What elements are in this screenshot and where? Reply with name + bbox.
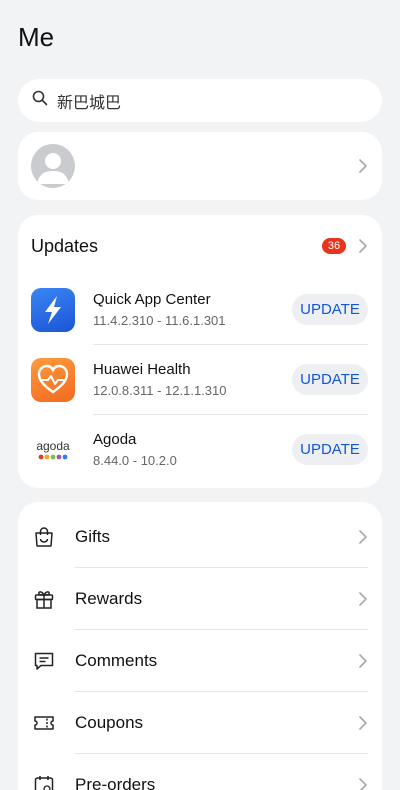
app-row-huawei-health[interactable]: Huawei Health 12.0.8.311 - 12.1.1.310 UP… — [18, 345, 382, 415]
update-button[interactable]: UPDATE — [292, 294, 368, 325]
menu-label: Coupons — [75, 713, 144, 732]
app-version: 8.44.0 - 10.2.0 — [93, 453, 177, 468]
calendar-icon — [32, 773, 56, 790]
chevron-right-icon — [358, 158, 368, 174]
chevron-right-icon — [358, 653, 368, 669]
coupon-icon — [32, 711, 56, 735]
app-version: 11.4.2.310 - 11.6.1.301 — [93, 313, 226, 328]
updates-card: Updates 36 Quick App Center 11.4.2.310 -… — [18, 215, 382, 488]
app-row-agoda[interactable]: agoda Agoda 8.44.0 - 10.2.0 UPDATE — [18, 415, 382, 485]
menu-item-rewards[interactable]: Rewards — [18, 568, 382, 630]
updates-chevron-icon[interactable] — [358, 238, 368, 254]
avatar — [31, 144, 75, 188]
app-name: Agoda — [93, 431, 137, 448]
app-name: Huawei Health — [93, 361, 191, 378]
app-version: 12.0.8.311 - 12.1.1.310 — [93, 383, 227, 398]
updates-title: Updates — [31, 236, 99, 256]
menu-item-comments[interactable]: Comments — [18, 630, 382, 692]
updates-count-badge: 36 — [322, 238, 346, 254]
menu-label: Rewards — [75, 589, 143, 608]
search-text: 新巴城巴 — [57, 94, 122, 112]
page-title: Me — [18, 22, 55, 52]
search-icon — [32, 90, 48, 111]
chevron-right-icon — [358, 529, 368, 545]
gift-box-icon — [32, 587, 56, 611]
agoda-icon: agoda — [31, 428, 75, 472]
comments-icon — [32, 649, 56, 673]
huawei-health-icon — [31, 358, 75, 402]
profile-card[interactable] — [18, 132, 382, 200]
menu-label: Comments — [75, 651, 158, 670]
menu-item-gifts[interactable]: Gifts — [18, 506, 382, 568]
menu-item-coupons[interactable]: Coupons — [18, 692, 382, 754]
quick-app-center-icon — [31, 288, 75, 332]
menu-label: Gifts — [75, 527, 110, 546]
chevron-right-icon — [358, 777, 368, 790]
menu-item-pre-orders[interactable]: Pre-orders — [18, 754, 382, 790]
app-row-quick-app-center[interactable]: Quick App Center 11.4.2.310 - 11.6.1.301… — [18, 275, 382, 345]
chevron-right-icon — [358, 715, 368, 731]
menu-label: Pre-orders — [75, 775, 156, 790]
gift-bag-icon — [32, 525, 56, 549]
search-bar[interactable]: 新巴城巴 — [18, 79, 382, 122]
update-button[interactable]: UPDATE — [292, 364, 368, 395]
chevron-right-icon — [358, 591, 368, 607]
menu-card: Gifts Rewards Comments Coupons Pre-order… — [18, 502, 382, 790]
update-button[interactable]: UPDATE — [292, 434, 368, 465]
app-name: Quick App Center — [93, 291, 211, 308]
agoda-logo-text: agoda — [36, 439, 70, 453]
